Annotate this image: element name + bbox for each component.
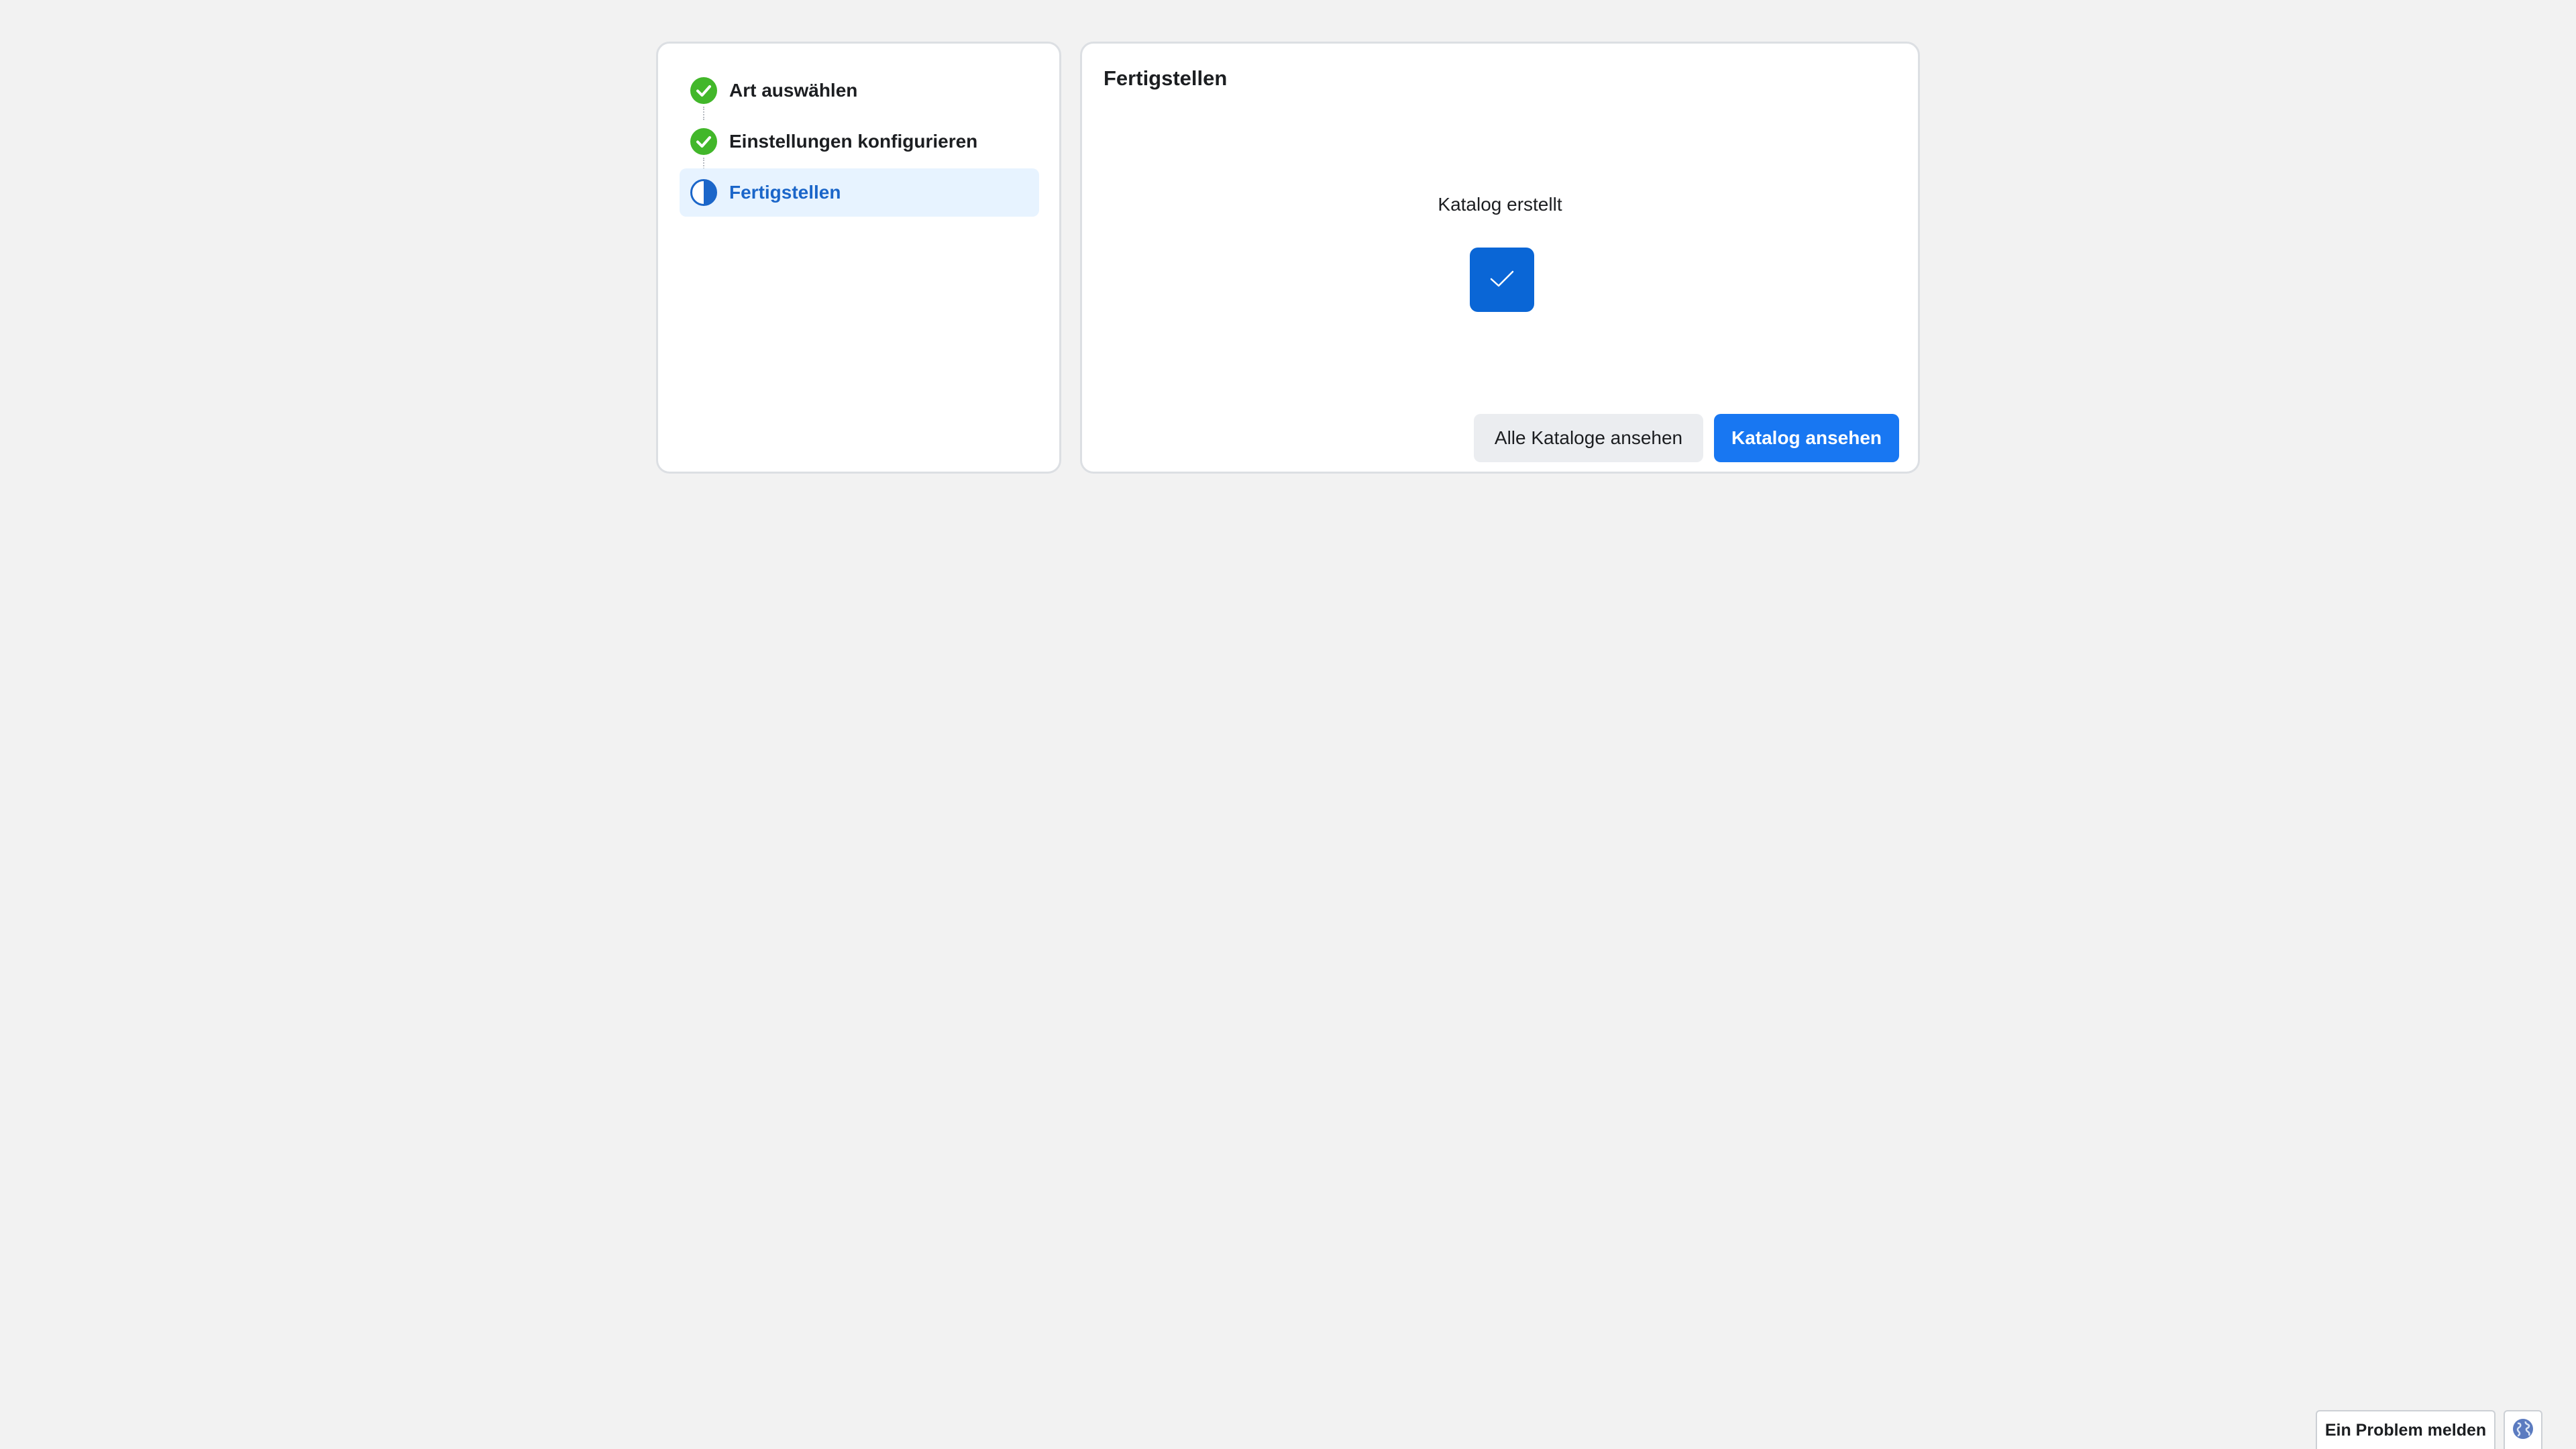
step-label: Art auswählen — [729, 80, 858, 101]
panel-title: Fertigstellen — [1104, 66, 1228, 90]
status-message: Katalog erstellt — [1438, 194, 1562, 215]
success-indicator — [1470, 248, 1534, 312]
language-button[interactable] — [2504, 1410, 2542, 1449]
finish-panel: Fertigstellen Katalog erstellt Alle Kata… — [1080, 42, 1920, 474]
step-label: Einstellungen konfigurieren — [729, 131, 978, 152]
globe-icon — [2512, 1417, 2534, 1444]
view-catalog-button[interactable]: Katalog ansehen — [1714, 414, 1899, 462]
steps-panel: Art auswählen Einstellungen konfiguriere… — [656, 42, 1061, 474]
checkmark-icon — [1487, 264, 1517, 297]
step-configure-settings[interactable]: Einstellungen konfigurieren — [680, 117, 1039, 166]
page: Art auswählen Einstellungen konfiguriere… — [0, 0, 2576, 1449]
half-circle-icon — [689, 178, 718, 207]
step-label: Fertigstellen — [729, 182, 841, 203]
view-all-catalogs-button[interactable]: Alle Kataloge ansehen — [1474, 414, 1703, 462]
step-finish[interactable]: Fertigstellen — [680, 168, 1039, 217]
report-problem-button[interactable]: Ein Problem melden — [2316, 1410, 2496, 1449]
step-select-type[interactable]: Art auswählen — [680, 66, 1039, 115]
check-circle-icon — [689, 76, 718, 105]
check-circle-icon — [689, 127, 718, 156]
